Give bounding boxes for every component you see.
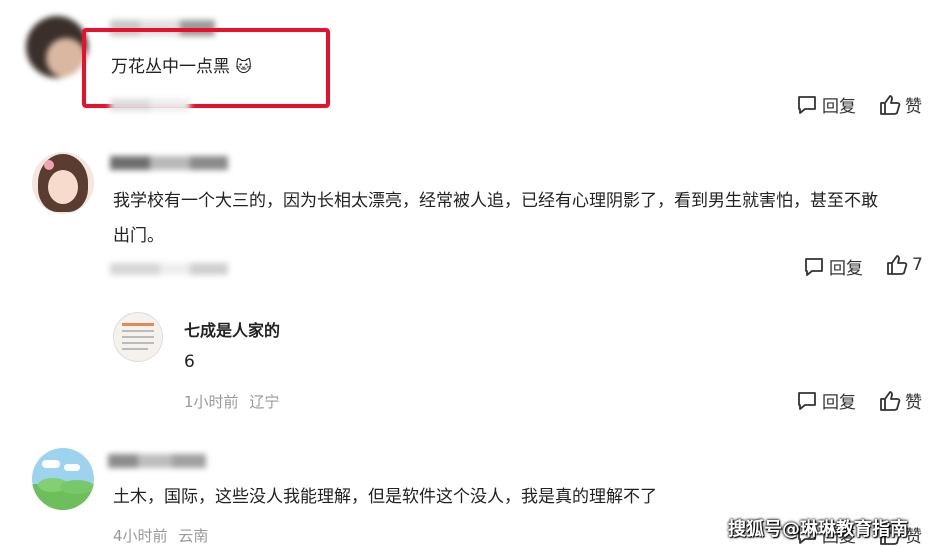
avatar[interactable]: [26, 16, 88, 78]
comment-location: 云南: [178, 527, 209, 545]
cat-emoji-icon: 🐱: [235, 57, 253, 76]
meta-blurred: [110, 96, 190, 111]
comment-meta: 1小时前 辽宁: [184, 391, 279, 412]
thumbs-up-icon: [880, 390, 901, 411]
avatar[interactable]: [32, 448, 94, 510]
comment-location: 辽宁: [249, 393, 280, 411]
like-count: 7: [912, 255, 923, 275]
username[interactable]: 七成是人家的: [184, 317, 280, 341]
reply-label: 回复: [829, 259, 863, 279]
comment-icon: [798, 391, 816, 410]
watermark: 搜狐号@琳琳教育指南: [728, 519, 908, 540]
like-label: 赞: [905, 97, 922, 117]
thumbs-up-icon: [880, 94, 901, 115]
reply-label: 回复: [822, 393, 856, 413]
comment-text: 万花丛中一点黑 🐱: [111, 57, 253, 77]
comment-text: 土木，国际，这些没人我能理解，但是软件这个没人，我是真的理解不了: [113, 487, 657, 507]
username-blurred: [110, 155, 228, 170]
like-button[interactable]: 赞: [879, 388, 922, 413]
meta-blurred: [110, 260, 228, 275]
username-blurred: [108, 453, 206, 468]
reply-button[interactable]: 回复: [796, 92, 856, 117]
comment-icon: [805, 257, 823, 276]
like-button[interactable]: 7: [886, 254, 923, 276]
thumbs-up-icon: [887, 255, 908, 275]
comment-icon: [798, 95, 816, 114]
avatar[interactable]: [32, 152, 94, 214]
reply-button[interactable]: 回复: [803, 254, 863, 279]
comment-text: 我学校有一个大三的，因为长相太漂亮，经常被人追，已经有心理阴影了，看到男生就害怕…: [113, 191, 878, 246]
comment-text: 6: [184, 352, 195, 372]
comment-meta: 4小时前 云南: [113, 525, 208, 546]
avatar[interactable]: [113, 312, 163, 362]
comment-time: 1小时前: [184, 393, 239, 411]
like-button[interactable]: 赞: [879, 92, 922, 117]
reply-label: 回复: [822, 97, 856, 117]
like-label: 赞: [905, 393, 922, 413]
comment-time: 4小时前: [113, 527, 168, 545]
reply-button[interactable]: 回复: [796, 388, 856, 413]
